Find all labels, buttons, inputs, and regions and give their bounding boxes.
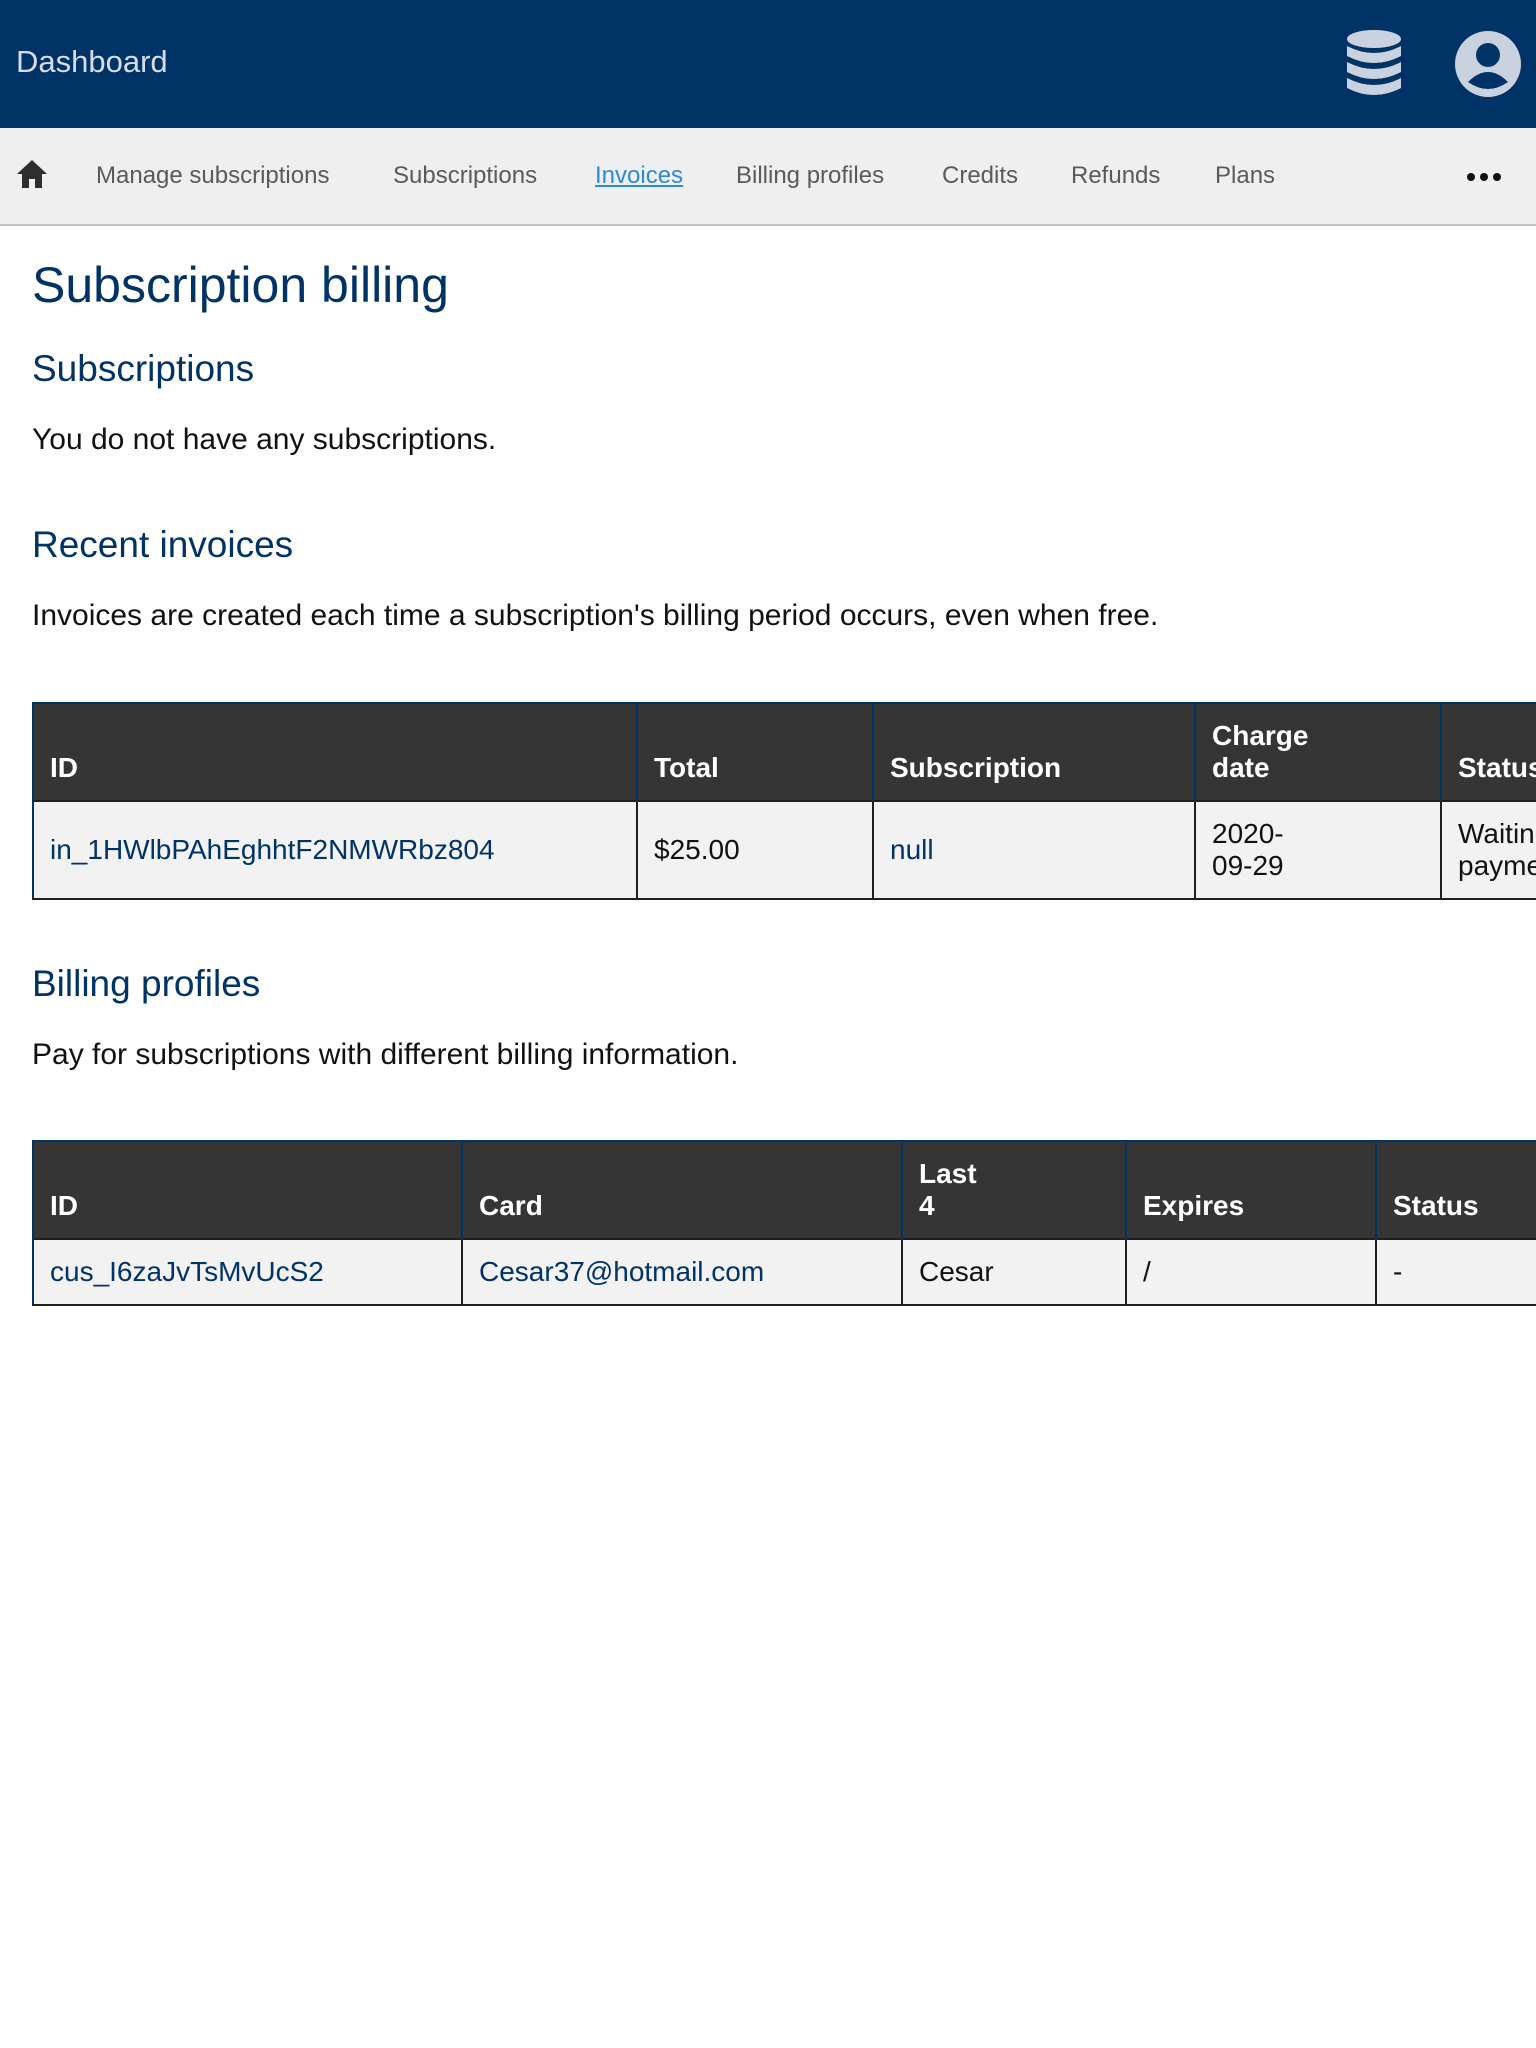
- profile-card-link[interactable]: Cesar37@hotmail.com: [479, 1256, 764, 1287]
- column-header-card: Card: [461, 1140, 902, 1239]
- profile-status-cell: -: [1375, 1238, 1536, 1306]
- column-header-expires: Expires: [1125, 1140, 1376, 1239]
- column-header-status: Status: [1375, 1140, 1536, 1239]
- column-header-id: ID: [32, 1140, 462, 1239]
- table-row: cus_I6zaJvTsMvUcS2 Cesar37@hotmail.com C…: [32, 1238, 1536, 1306]
- last4-label: Last 4: [919, 1158, 977, 1221]
- profile-id-cell: cus_I6zaJvTsMvUcS2: [32, 1238, 463, 1306]
- billing-profiles-table: ID Card Last 4 Expires Status cus_I6zaJv…: [32, 1140, 1536, 1306]
- profile-id-link[interactable]: cus_I6zaJvTsMvUcS2: [50, 1256, 324, 1287]
- column-header-last4: Last 4: [901, 1140, 1126, 1239]
- profile-expires-cell: /: [1125, 1238, 1377, 1306]
- profile-card-cell: Cesar37@hotmail.com: [461, 1238, 903, 1306]
- billing-header-row: ID Card Last 4 Expires Status: [32, 1140, 1536, 1239]
- billing-table-clip: ID Card Last 4 Expires Status cus_I6zaJv…: [0, 0, 1536, 1400]
- profile-last4-cell: Cesar: [901, 1238, 1127, 1306]
